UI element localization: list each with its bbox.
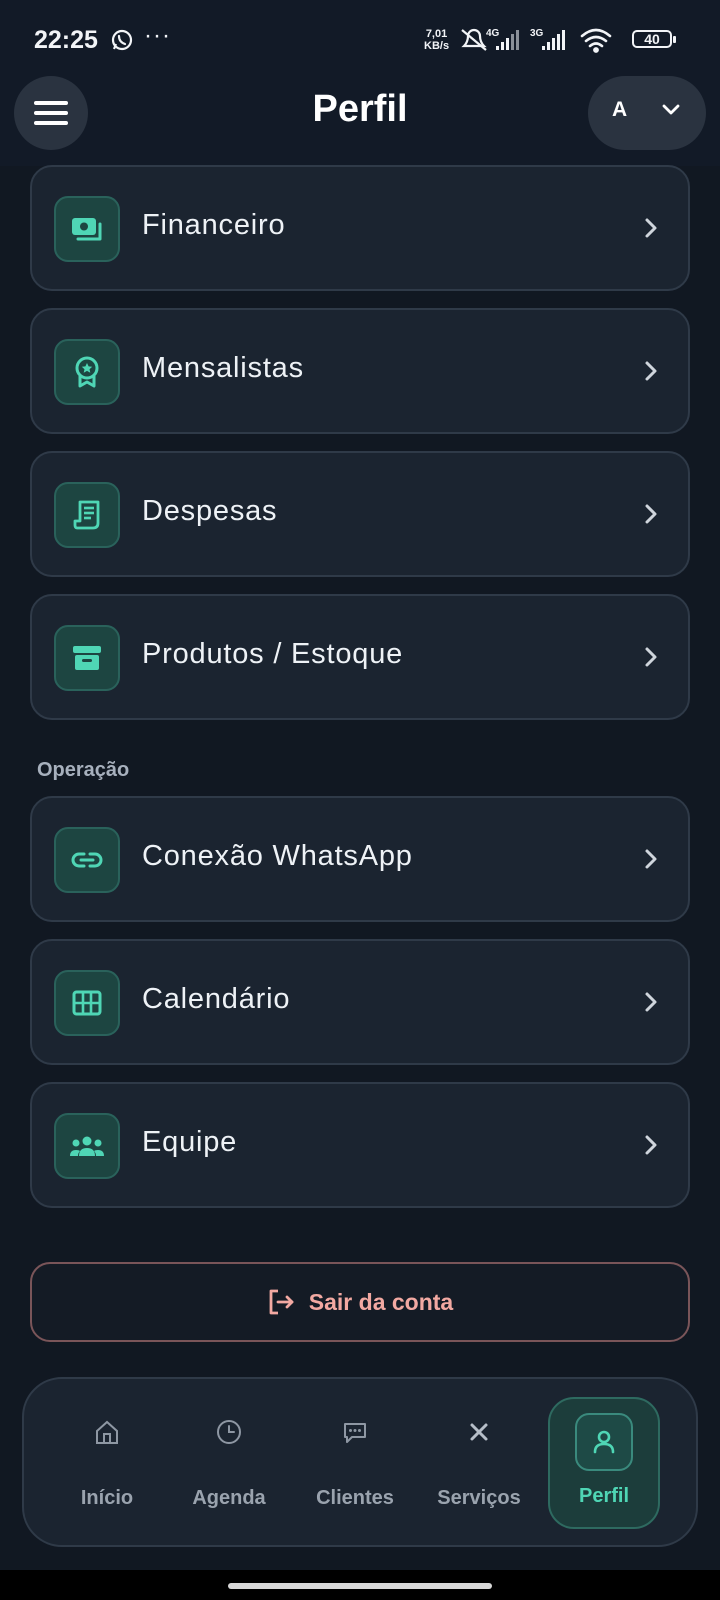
menu-item-conexao-whatsapp[interactable]: Conexão WhatsApp bbox=[30, 796, 690, 922]
receipt-icon bbox=[54, 482, 120, 548]
nav-agenda[interactable]: Agenda bbox=[174, 1399, 284, 1527]
team-icon bbox=[54, 1113, 120, 1179]
chevron-down-icon bbox=[662, 104, 680, 115]
app-bar: Perfil A bbox=[0, 70, 720, 166]
alarm-off-icon bbox=[461, 28, 487, 51]
menu-item-label: Produtos / Estoque bbox=[142, 638, 404, 670]
account-menu-button[interactable]: A bbox=[588, 76, 706, 150]
logout-icon bbox=[269, 1289, 294, 1315]
link-icon bbox=[54, 827, 120, 893]
menu-item-despesas[interactable]: Despesas bbox=[30, 451, 690, 577]
clock-icon bbox=[174, 1419, 284, 1445]
menu-item-produtos-estoque[interactable]: Produtos / Estoque bbox=[30, 594, 690, 720]
menu-item-mensalistas[interactable]: Mensalistas bbox=[30, 308, 690, 434]
battery-icon: 40 bbox=[632, 30, 676, 48]
chevron-right-icon bbox=[645, 218, 657, 238]
logout-button[interactable]: Sair da conta bbox=[30, 1262, 690, 1342]
network-speed: 7,01 KB/s bbox=[424, 28, 449, 52]
section-title-operacao: Operação bbox=[37, 759, 130, 781]
avatar: A bbox=[612, 98, 628, 121]
network-type-2: 3G bbox=[530, 28, 544, 39]
nav-label: Início bbox=[80, 1487, 134, 1509]
chat-icon bbox=[300, 1419, 410, 1445]
nav-servicos[interactable]: Serviços bbox=[424, 1399, 534, 1527]
calendar-grid-icon bbox=[54, 970, 120, 1036]
chevron-right-icon bbox=[645, 647, 657, 667]
tools-icon bbox=[424, 1419, 534, 1445]
badge-icon bbox=[54, 339, 120, 405]
menu-item-calendario[interactable]: Calendário bbox=[30, 939, 690, 1065]
money-icon bbox=[54, 196, 120, 262]
chevron-right-icon bbox=[645, 1135, 657, 1155]
more-notifications-icon: ··· bbox=[144, 22, 171, 49]
chevron-right-icon bbox=[645, 361, 657, 381]
menu-item-label: Mensalistas bbox=[142, 352, 304, 384]
nav-label: Agenda bbox=[192, 1487, 266, 1509]
nav-clientes[interactable]: Clientes bbox=[300, 1399, 410, 1527]
logout-label: Sair da conta bbox=[308, 1288, 454, 1315]
status-bar: 22:25 ··· 7,01 KB/s 4G 3G 40 bbox=[0, 0, 720, 70]
gesture-bar bbox=[0, 1570, 720, 1600]
battery-level: 40 bbox=[644, 31, 660, 47]
nav-label: Serviços bbox=[437, 1487, 521, 1509]
nav-label: Perfil bbox=[578, 1485, 630, 1507]
chevron-right-icon bbox=[645, 849, 657, 869]
home-icon bbox=[52, 1419, 162, 1445]
status-time: 22:25 bbox=[34, 26, 98, 54]
user-icon bbox=[575, 1413, 633, 1471]
network-speed-unit: KB/s bbox=[424, 40, 450, 52]
signal-1-icon bbox=[496, 30, 519, 50]
network-speed-value: 7,01 bbox=[425, 28, 448, 40]
menu-item-label: Calendário bbox=[142, 983, 291, 1015]
menu-item-label: Financeiro bbox=[142, 209, 286, 241]
home-indicator[interactable] bbox=[228, 1583, 492, 1589]
wifi-icon bbox=[580, 28, 612, 53]
chevron-right-icon bbox=[645, 992, 657, 1012]
nav-perfil-icon-wrap bbox=[550, 1413, 658, 1471]
archive-box-icon bbox=[54, 625, 120, 691]
menu-item-financeiro[interactable]: Financeiro bbox=[30, 165, 690, 291]
whatsapp-notification-icon bbox=[110, 28, 134, 57]
network-type-1: 4G bbox=[486, 28, 500, 39]
menu-item-label: Equipe bbox=[142, 1126, 238, 1158]
menu-item-label: Conexão WhatsApp bbox=[142, 840, 413, 872]
chevron-right-icon bbox=[645, 504, 657, 524]
nav-inicio[interactable]: Início bbox=[52, 1399, 162, 1527]
nav-label: Clientes bbox=[316, 1487, 394, 1509]
status-icons: 4G 3G bbox=[461, 28, 612, 53]
nav-perfil[interactable]: Perfil bbox=[548, 1397, 660, 1529]
bottom-navigation: Início Agenda Clientes Serviços Perfil bbox=[22, 1377, 698, 1547]
signal-2-icon bbox=[542, 30, 565, 50]
menu-item-equipe[interactable]: Equipe bbox=[30, 1082, 690, 1208]
menu-item-label: Despesas bbox=[142, 495, 278, 527]
